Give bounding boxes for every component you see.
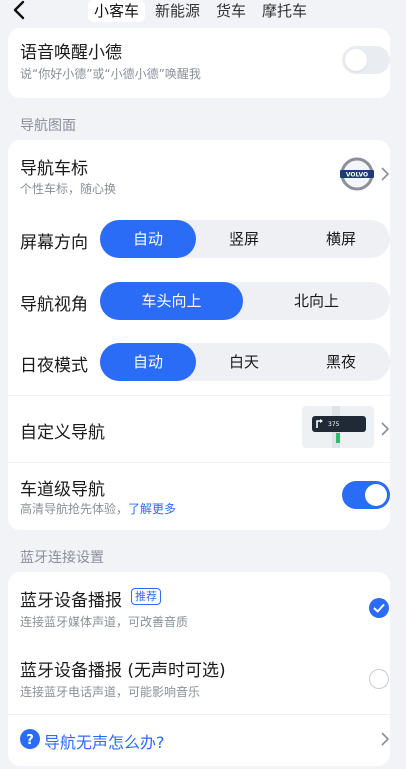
voice-wake-title: 语音唤醒小德 — [20, 43, 122, 63]
volvo-logo-icon: VOLVO — [340, 157, 374, 191]
nav-view-option-heading-up[interactable]: 车头向上 — [100, 282, 243, 320]
screen-orientation-title: 屏幕方向 — [20, 233, 88, 253]
custom-nav-row[interactable]: 自定义导航 375 — [8, 396, 390, 462]
day-night-row: 日夜模式 自动 白天 黑夜 — [8, 341, 390, 383]
lane-nav-title: 车道级导航 — [20, 480, 105, 500]
day-night-segmented: 自动 白天 黑夜 — [100, 343, 390, 381]
chevron-right-icon — [381, 422, 390, 436]
toggle-knob — [365, 484, 387, 506]
nav-view-row: 导航视角 车头向上 北向上 — [8, 280, 390, 322]
bt-phone-subtitle: 连接蓝牙电话声道，可能影响音乐 — [20, 685, 201, 699]
bt-media-row[interactable]: 蓝牙设备播报 推荐 连接蓝牙媒体声道，可改善音质 — [8, 572, 390, 640]
custom-nav-title: 自定义导航 — [20, 423, 105, 443]
lane-nav-subtitle-text: 高清导航抢先体验， — [20, 502, 129, 516]
lane-nav-toggle[interactable] — [342, 481, 390, 509]
bt-media-subtitle: 连接蓝牙媒体声道，可改善音质 — [20, 615, 189, 629]
chevron-right-icon — [381, 732, 390, 746]
nav-preview-thumbnail-icon: 375 — [302, 406, 374, 448]
day-night-title: 日夜模式 — [20, 356, 88, 376]
vehicle-type-tabs: 小客车 新能源 货车 摩托车 — [88, 0, 317, 22]
top-bar: 小客车 新能源 货车 摩托车 — [0, 0, 406, 24]
toggle-knob — [345, 49, 367, 71]
nav-settings-card: 导航车标 个性车标，随心换 VOLVO 屏幕方向 自动 竖屏 横屏 导航视角 车… — [8, 140, 390, 530]
back-button[interactable] — [8, 0, 32, 22]
bt-media-checkbox[interactable] — [369, 598, 389, 618]
nav-section-label: 导航图面 — [20, 118, 76, 134]
day-night-option-auto[interactable]: 自动 — [100, 343, 196, 381]
car-icon-title: 导航车标 — [20, 159, 88, 179]
day-night-option-night[interactable]: 黑夜 — [292, 343, 390, 381]
orientation-option-landscape[interactable]: 横屏 — [292, 220, 390, 258]
svg-text:?: ? — [26, 733, 34, 748]
nav-preview-distance: 375 — [328, 421, 340, 428]
nav-view-title: 导航视角 — [20, 295, 88, 315]
car-icon-subtitle: 个性车标，随心换 — [20, 182, 117, 196]
nav-no-sound-help-row[interactable]: ? 导航无声怎么办? — [8, 715, 390, 763]
bt-section-label: 蓝牙连接设置 — [20, 550, 104, 566]
learn-more-link[interactable]: 了解更多 — [128, 502, 176, 516]
bt-phone-title: 蓝牙设备播报 (无声时可选) — [20, 661, 226, 681]
bt-media-title: 蓝牙设备播报 — [20, 591, 122, 611]
screen-orientation-segmented: 自动 竖屏 横屏 — [100, 220, 390, 258]
day-night-option-day[interactable]: 白天 — [196, 343, 292, 381]
lane-nav-subtitle: 高清导航抢先体验，了解更多 — [20, 500, 176, 517]
chevron-right-icon — [381, 167, 390, 181]
recommended-badge: 推荐 — [131, 588, 161, 605]
bluetooth-settings-card: 蓝牙设备播报 推荐 连接蓝牙媒体声道，可改善音质 蓝牙设备播报 (无声时可选) … — [8, 572, 390, 766]
voice-wake-toggle[interactable] — [342, 46, 390, 74]
car-icon-row[interactable]: 导航车标 个性车标，随心换 VOLVO — [8, 140, 390, 208]
checkmark-icon — [373, 604, 385, 613]
voice-wake-subtitle: 说“你好小德”或“小德小德”唤醒我 — [20, 67, 201, 81]
tab-truck[interactable]: 货车 — [210, 0, 252, 22]
back-arrow-icon — [13, 0, 25, 20]
tab-new-energy[interactable]: 新能源 — [149, 0, 206, 22]
svg-text:VOLVO: VOLVO — [346, 172, 368, 179]
lane-nav-row: 车道级导航 高清导航抢先体验，了解更多 — [8, 463, 390, 529]
nav-view-segmented: 车头向上 北向上 — [100, 282, 390, 320]
bt-phone-checkbox[interactable] — [369, 669, 389, 689]
tab-motorcycle[interactable]: 摩托车 — [256, 0, 313, 22]
bt-phone-row[interactable]: 蓝牙设备播报 (无声时可选) 连接蓝牙电话声道，可能影响音乐 — [8, 644, 390, 712]
nav-view-option-north-up[interactable]: 北向上 — [243, 282, 390, 320]
orientation-option-auto[interactable]: 自动 — [100, 220, 196, 258]
screen-orientation-row: 屏幕方向 自动 竖屏 横屏 — [8, 218, 390, 260]
voice-wake-card: 语音唤醒小德 说“你好小德”或“小德小德”唤醒我 — [8, 28, 390, 98]
tab-car[interactable]: 小客车 — [88, 0, 146, 22]
orientation-option-portrait[interactable]: 竖屏 — [196, 220, 292, 258]
help-question-icon: ? — [20, 729, 40, 749]
nav-no-sound-help-link[interactable]: 导航无声怎么办? — [44, 729, 165, 753]
